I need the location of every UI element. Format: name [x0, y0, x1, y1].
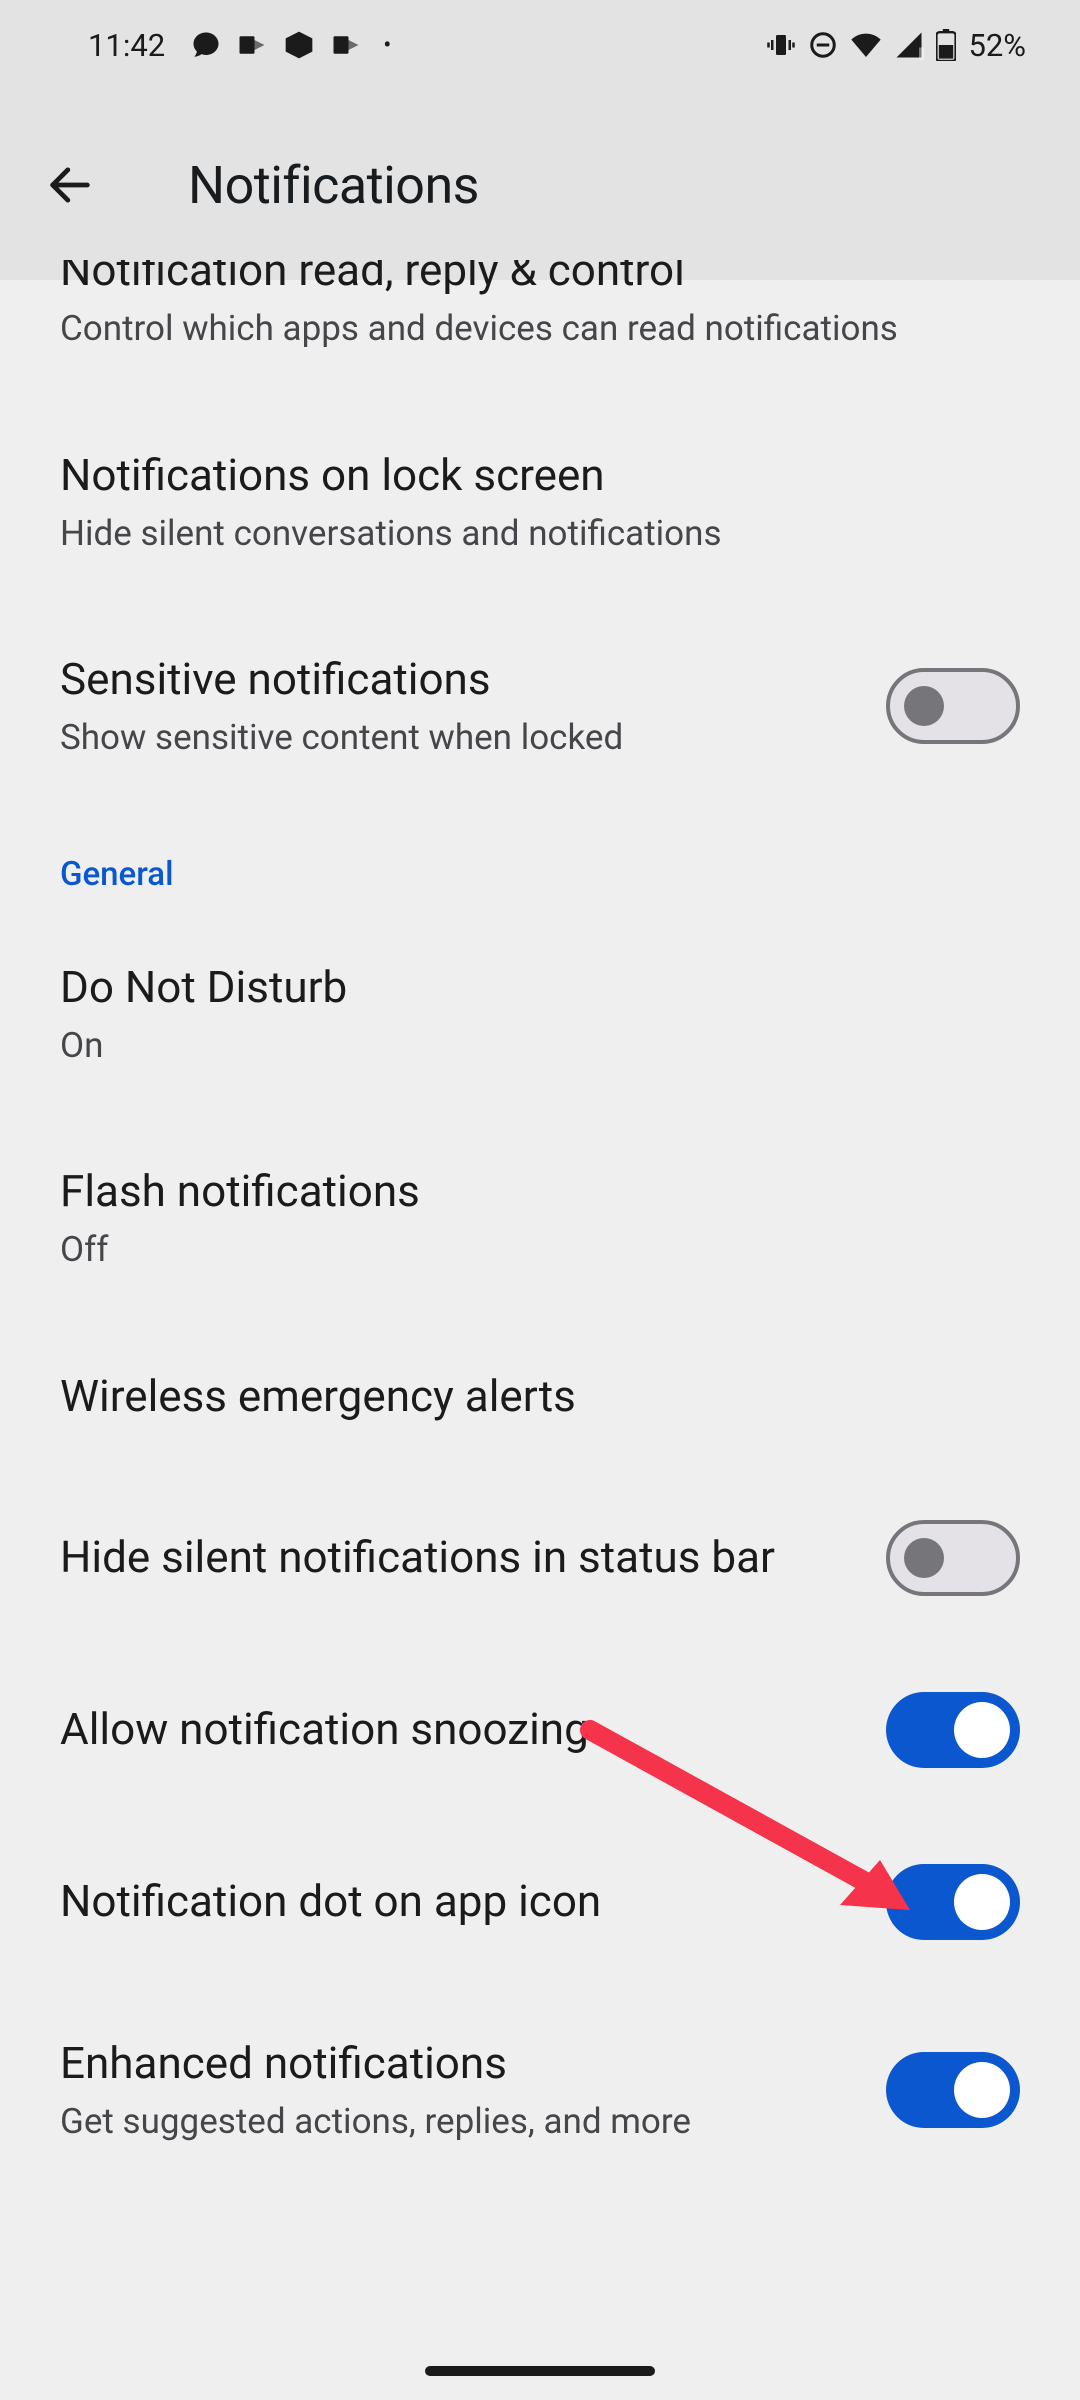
chat-icon [191, 30, 221, 60]
status-bar: 11:42 • 52% [0, 0, 1080, 90]
outlook-icon-2 [331, 30, 361, 60]
arrow-left-icon [44, 159, 96, 211]
setting-hide-silent-status-bar[interactable]: Hide silent notifications in status bar [0, 1472, 1080, 1644]
status-left: 11:42 • [88, 27, 391, 64]
back-button[interactable] [42, 157, 98, 213]
setting-title: Notification dot on app icon [60, 1874, 846, 1929]
toggle-hide-silent[interactable] [886, 1520, 1020, 1596]
more-dot-icon: • [383, 31, 391, 59]
wifi-icon [850, 29, 882, 61]
nav-handle[interactable] [425, 2366, 655, 2376]
toggle-enhanced-notifications[interactable] [886, 2052, 1020, 2128]
setting-title: Notifications on lock screen [60, 448, 1020, 503]
setting-title: Notification read, reply & control [60, 260, 1020, 298]
setting-allow-snoozing[interactable]: Allow notification snoozing [0, 1644, 1080, 1816]
setting-subtitle: Hide silent conversations and notificati… [60, 511, 1020, 557]
setting-lock-screen-notifications[interactable]: Notifications on lock screen Hide silent… [0, 400, 1080, 605]
setting-notification-read-reply[interactable]: Notification read, reply & control Contr… [0, 260, 1080, 400]
toggle-allow-snoozing[interactable] [886, 1692, 1020, 1768]
signal-icon [894, 30, 924, 60]
setting-wireless-emergency-alerts[interactable]: Wireless emergency alerts [0, 1321, 1080, 1472]
setting-notification-dot[interactable]: Notification dot on app icon [0, 1816, 1080, 1988]
settings-content[interactable]: Notification read, reply & control Contr… [0, 260, 1080, 2192]
battery-icon [936, 29, 956, 61]
app-bar: Notifications [0, 90, 1080, 280]
setting-sensitive-notifications[interactable]: Sensitive notifications Show sensitive c… [0, 604, 1080, 809]
status-time: 11:42 [88, 27, 165, 64]
outlook-icon [237, 30, 267, 60]
vibrate-icon [766, 30, 796, 60]
box-icon [283, 29, 315, 61]
setting-flash-notifications[interactable]: Flash notifications Off [0, 1116, 1080, 1321]
setting-title: Do Not Disturb [60, 960, 1020, 1015]
setting-title: Wireless emergency alerts [60, 1369, 1020, 1424]
setting-title: Hide silent notifications in status bar [60, 1530, 846, 1585]
status-right: 52% [766, 27, 1026, 64]
setting-subtitle: Control which apps and devices can read … [60, 306, 1020, 352]
toggle-sensitive-notifications[interactable] [886, 668, 1020, 744]
page-title: Notifications [188, 155, 479, 216]
setting-subtitle: Show sensitive content when locked [60, 715, 846, 761]
dnd-icon [808, 30, 838, 60]
setting-do-not-disturb[interactable]: Do Not Disturb On [0, 912, 1080, 1117]
setting-subtitle: On [60, 1023, 1020, 1069]
setting-title: Allow notification snoozing [60, 1702, 846, 1757]
setting-subtitle: Get suggested actions, replies, and more [60, 2099, 846, 2145]
setting-subtitle: Off [60, 1227, 1020, 1273]
toggle-notification-dot[interactable] [886, 1864, 1020, 1940]
setting-enhanced-notifications[interactable]: Enhanced notifications Get suggested act… [0, 1988, 1080, 2193]
setting-title: Sensitive notifications [60, 652, 846, 707]
setting-title: Enhanced notifications [60, 2036, 846, 2091]
setting-title: Flash notifications [60, 1164, 1020, 1219]
section-header-general: General [0, 809, 1080, 912]
battery-percent: 52% [968, 27, 1026, 64]
